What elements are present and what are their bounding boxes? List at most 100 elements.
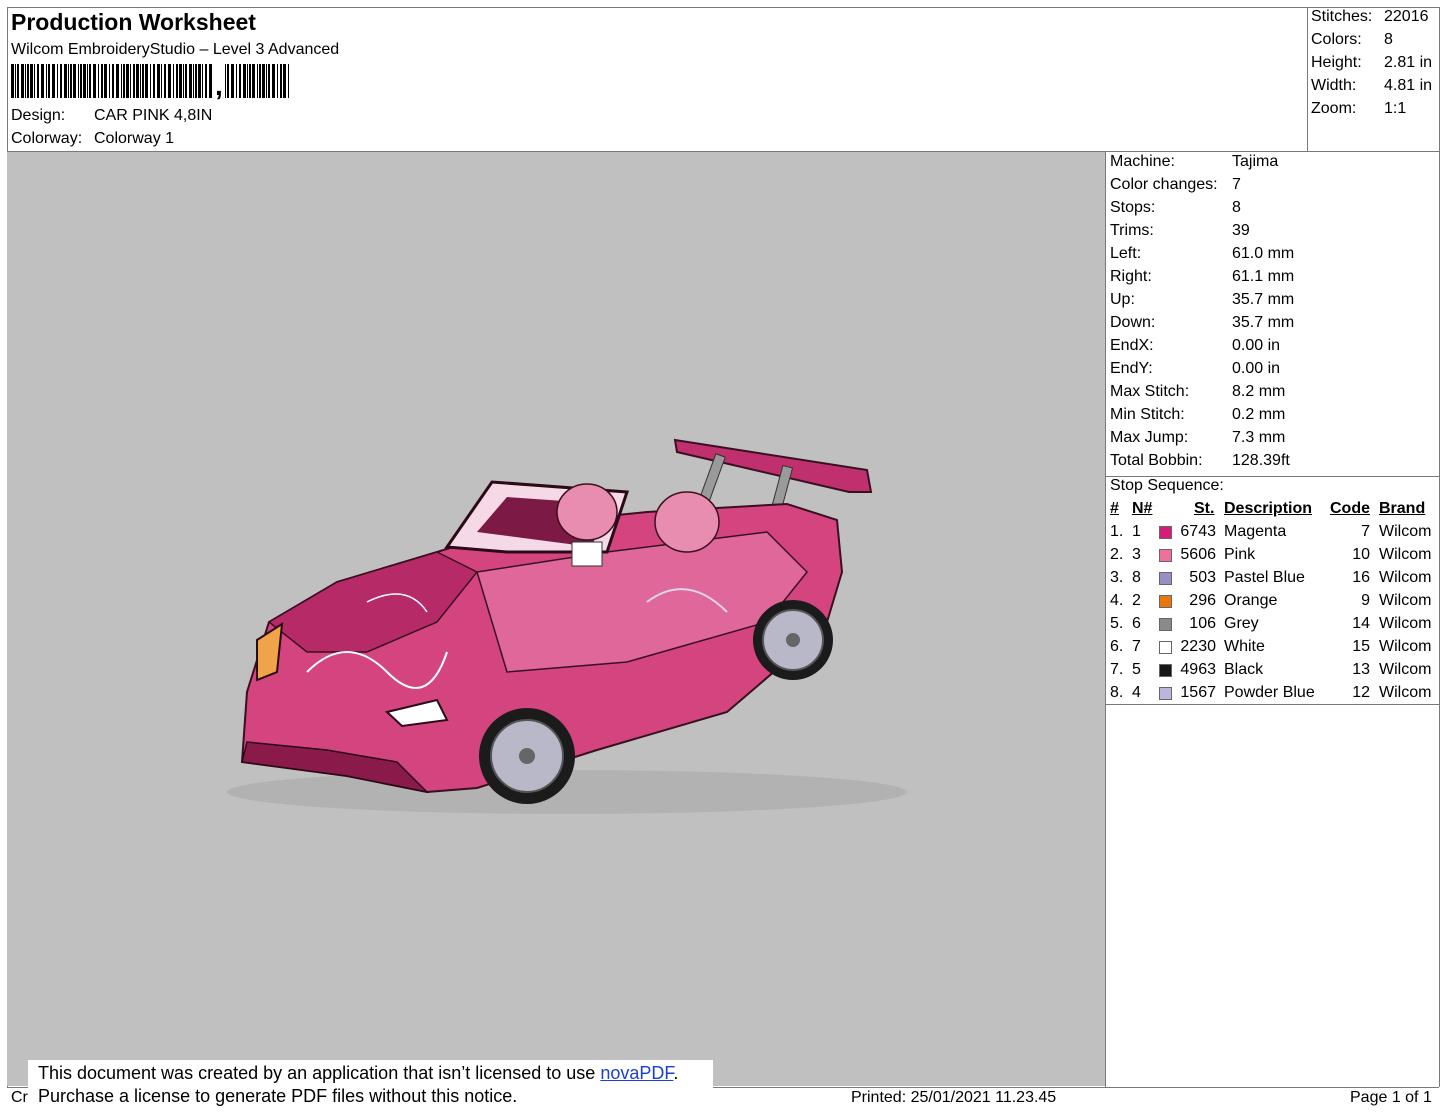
barcode-bar — [266, 64, 267, 98]
seq-brand: Wilcom — [1379, 684, 1432, 701]
color-swatch — [1159, 641, 1172, 654]
barcode-bar — [57, 64, 58, 98]
stop-sequence-title: Stop Sequence: — [1110, 477, 1224, 494]
seq-stitches: 1567 — [1180, 684, 1216, 701]
barcode-bar — [277, 64, 278, 98]
seq-brand: Wilcom — [1379, 592, 1432, 609]
barcode-bar — [202, 64, 203, 98]
barcode-bar — [41, 64, 44, 98]
barcode-bar — [123, 64, 125, 98]
barcode-bar — [46, 64, 47, 98]
barcode-bar — [249, 64, 251, 98]
seq-brand: Wilcom — [1379, 615, 1432, 632]
barcode-bar — [136, 64, 139, 98]
table-row: 3. 8 503 Pastel Blue 16 Wilcom — [1106, 569, 1440, 592]
barcode-bar — [126, 64, 129, 98]
info-label: Right: — [1110, 268, 1152, 285]
footer-fragment: Cr — [11, 1089, 28, 1106]
info-label: EndX: — [1110, 337, 1154, 354]
color-swatch — [1159, 572, 1172, 585]
seq-description: Powder Blue — [1224, 684, 1315, 701]
barcode-bar — [109, 64, 110, 98]
design-value: CAR PINK 4,8IN — [94, 107, 213, 124]
barcode-bar — [101, 64, 103, 98]
barcode-bar — [15, 64, 16, 98]
table-row: 6. 7 2230 White 15 Wilcom — [1106, 638, 1440, 661]
seq-num: 6. — [1110, 638, 1124, 655]
barcode-bar — [225, 64, 226, 98]
barcode-bar — [27, 64, 29, 98]
color-swatch — [1159, 687, 1172, 700]
barcode-bar — [257, 64, 258, 98]
car-embroidery-image — [227, 438, 907, 814]
table-row: 4. 2 296 Orange 9 Wilcom — [1106, 592, 1440, 615]
barcode-bar — [25, 64, 26, 98]
barcode-bar — [239, 64, 241, 98]
barcode-bar — [157, 64, 160, 98]
barcode-bar — [288, 64, 289, 98]
info-value: 7.3 mm — [1232, 429, 1286, 446]
info-value: 61.1 mm — [1232, 268, 1295, 285]
stat-label: Width: — [1311, 77, 1357, 94]
barcode-bar — [68, 64, 69, 98]
seq-description: Pastel Blue — [1224, 569, 1305, 586]
info-label: Trims: — [1110, 222, 1154, 239]
seq-num: 7. — [1110, 661, 1124, 678]
barcode-bar — [140, 64, 141, 98]
barcode-bar — [89, 64, 91, 98]
seq-needle: 5 — [1132, 661, 1141, 678]
info-label: Max Stitch: — [1110, 383, 1190, 400]
stat-label: Colors: — [1311, 31, 1362, 48]
barcode-bar — [231, 64, 234, 98]
barcode-bar — [259, 64, 261, 98]
barcode-bar — [104, 64, 107, 98]
barcode-bar — [168, 64, 171, 98]
barcode-bar — [78, 64, 79, 98]
barcode-bar — [48, 64, 50, 98]
info-label: Max Jump: — [1110, 429, 1189, 446]
barcode-bar — [87, 64, 88, 98]
seq-needle: 1 — [1132, 523, 1141, 540]
seq-stitches: 106 — [1189, 615, 1216, 632]
barcode-bar — [34, 64, 35, 98]
info-label: Stops: — [1110, 199, 1156, 216]
barcode-bar — [243, 64, 246, 98]
barcode-bar — [116, 64, 119, 98]
license-notice-line2: Purchase a license to generate PDF files… — [38, 1086, 518, 1106]
col-header-code: Code — [1330, 500, 1370, 517]
seq-code: 14 — [1352, 615, 1370, 632]
barcode-bar — [112, 64, 114, 98]
barcode-bar — [73, 64, 76, 98]
seq-description: Orange — [1224, 592, 1278, 609]
barcode-bar — [83, 64, 86, 98]
barcode-bar — [262, 64, 265, 98]
seq-code: 10 — [1352, 546, 1370, 563]
barcode-bar — [52, 64, 55, 98]
barcode-bar — [150, 64, 151, 98]
notice-text: This document was created by an applicat… — [38, 1063, 601, 1083]
info-value: 61.0 mm — [1232, 245, 1295, 262]
colorway-value: Colorway 1 — [94, 130, 175, 147]
printed-timestamp: Printed: 25/01/2021 11.23.45 — [851, 1089, 1057, 1106]
seq-needle: 4 — [1132, 684, 1141, 701]
color-swatch — [1159, 526, 1172, 539]
color-swatch — [1159, 618, 1172, 631]
info-value: 0.00 in — [1232, 360, 1281, 377]
seq-needle: 2 — [1132, 592, 1141, 609]
col-header-description: Description — [1224, 500, 1313, 517]
seq-needle: 8 — [1132, 569, 1141, 586]
info-value: 35.7 mm — [1232, 314, 1295, 331]
col-header-stitches: St. — [1194, 500, 1215, 517]
stats-divider — [1307, 7, 1308, 151]
col-header-brand: Brand — [1379, 500, 1426, 517]
info-label: Min Stitch: — [1110, 406, 1185, 423]
seq-num: 2. — [1110, 546, 1124, 563]
barcode — [11, 64, 289, 98]
stat-label: Zoom: — [1311, 100, 1357, 117]
barcode-bar — [198, 64, 201, 98]
barcode-bar — [227, 64, 229, 98]
license-notice-line1: This document was created by an applicat… — [38, 1062, 678, 1085]
table-row: 2. 3 5606 Pink 10 Wilcom — [1106, 546, 1440, 569]
seq-description: Pink — [1224, 546, 1256, 563]
novapdf-link[interactable]: novaPDF — [600, 1063, 673, 1083]
